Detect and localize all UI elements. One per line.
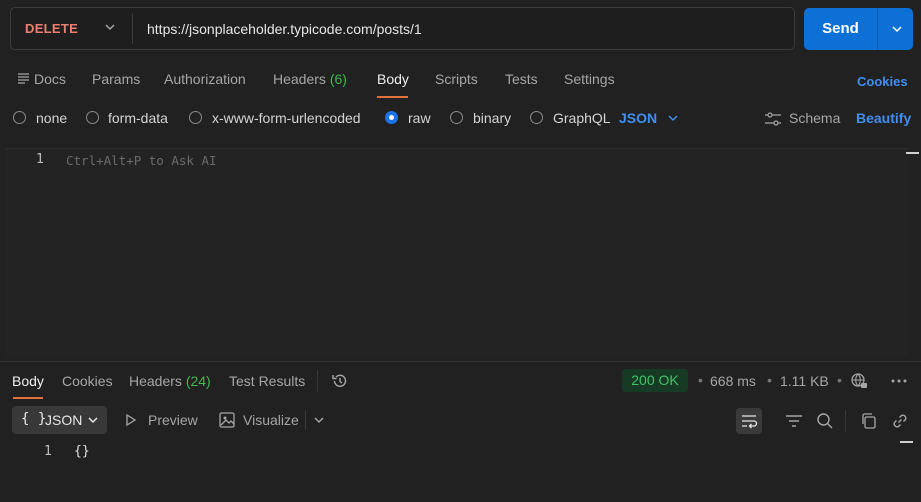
radio-x-www-form-urlencoded[interactable] bbox=[189, 111, 202, 124]
wrap-lines-icon bbox=[740, 412, 758, 430]
divider bbox=[845, 410, 846, 432]
tab-tests[interactable]: Tests bbox=[505, 71, 538, 87]
chevron-down-icon[interactable] bbox=[313, 414, 325, 426]
radio-raw-label[interactable]: raw bbox=[408, 110, 431, 126]
active-response-tab-indicator bbox=[13, 397, 43, 399]
search-icon[interactable] bbox=[815, 411, 835, 431]
response-tab-body[interactable]: Body bbox=[12, 373, 44, 389]
more-options-icon[interactable] bbox=[890, 376, 908, 386]
active-tab-indicator bbox=[377, 96, 408, 98]
chevron-down-icon[interactable] bbox=[667, 112, 679, 124]
history-icon[interactable] bbox=[331, 372, 349, 390]
url-input[interactable]: https://jsonplaceholder.typicode.com/pos… bbox=[147, 21, 422, 37]
separator-dot: • bbox=[837, 372, 842, 388]
word-wrap-button[interactable] bbox=[736, 408, 762, 434]
tab-headers-label: Headers bbox=[273, 71, 326, 87]
method-select[interactable]: DELETE bbox=[25, 21, 78, 36]
radio-graphql-label[interactable]: GraphQL bbox=[553, 110, 611, 126]
tab-headers-count: (6) bbox=[329, 71, 347, 87]
image-icon[interactable] bbox=[218, 411, 236, 429]
response-size[interactable]: 1.11 KB bbox=[780, 373, 829, 389]
link-icon[interactable] bbox=[890, 411, 910, 431]
radio-none-label[interactable]: none bbox=[36, 110, 67, 126]
response-body-content[interactable]: {} bbox=[74, 444, 90, 459]
filter-icon[interactable] bbox=[784, 411, 804, 431]
docs-icon bbox=[17, 72, 30, 85]
response-tab-test-results[interactable]: Test Results bbox=[229, 373, 305, 389]
separator-dot: • bbox=[698, 372, 703, 388]
tab-authorization[interactable]: Authorization bbox=[164, 71, 246, 87]
pane-divider[interactable] bbox=[0, 361, 921, 362]
send-options-chevron-icon[interactable] bbox=[890, 22, 904, 36]
separator-dot: • bbox=[767, 372, 772, 388]
radio-x-www-form-urlencoded-label[interactable]: x-www-form-urlencoded bbox=[212, 110, 361, 126]
sliders-icon[interactable] bbox=[764, 111, 782, 127]
response-tab-headers-count: (24) bbox=[185, 373, 211, 389]
response-line-number: 1 bbox=[44, 444, 52, 459]
url-bar: DELETE https://jsonplaceholder.typicode.… bbox=[10, 7, 795, 50]
status-badge[interactable]: 200 OK bbox=[622, 369, 688, 392]
tab-headers[interactable]: Headers (6) bbox=[273, 71, 347, 87]
tab-body[interactable]: Body bbox=[377, 71, 409, 87]
braces-icon: { } bbox=[21, 411, 47, 427]
body-format-select[interactable]: JSON bbox=[619, 110, 657, 126]
url-divider bbox=[132, 14, 133, 44]
send-button-label[interactable]: Send bbox=[804, 8, 877, 50]
chevron-down-icon bbox=[87, 414, 99, 426]
radio-graphql[interactable] bbox=[530, 111, 543, 124]
response-format-select[interactable]: { } JSON bbox=[12, 406, 107, 434]
preview-button[interactable]: Preview bbox=[148, 412, 198, 428]
response-tab-cookies[interactable]: Cookies bbox=[62, 373, 113, 389]
beautify-button[interactable]: Beautify bbox=[856, 110, 911, 126]
request-body-editor[interactable] bbox=[5, 148, 908, 357]
divider bbox=[305, 410, 306, 430]
tab-scripts[interactable]: Scripts bbox=[435, 71, 478, 87]
radio-form-data[interactable] bbox=[86, 111, 99, 124]
schema-button[interactable]: Schema bbox=[789, 110, 840, 126]
response-format-label: JSON bbox=[45, 412, 83, 428]
play-icon[interactable] bbox=[125, 413, 137, 427]
scrollbar[interactable] bbox=[906, 152, 919, 154]
line-number: 1 bbox=[36, 152, 44, 167]
scrollbar[interactable] bbox=[900, 441, 913, 443]
response-tab-headers[interactable]: Headers (24) bbox=[129, 373, 211, 389]
tab-settings[interactable]: Settings bbox=[564, 71, 615, 87]
send-divider bbox=[877, 8, 878, 50]
tab-docs[interactable]: Docs bbox=[34, 71, 66, 87]
radio-form-data-label[interactable]: form-data bbox=[108, 110, 168, 126]
cookies-link[interactable]: Cookies bbox=[857, 74, 908, 89]
send-button[interactable]: Send bbox=[804, 8, 913, 50]
visualize-button[interactable]: Visualize bbox=[243, 412, 299, 428]
divider bbox=[317, 370, 318, 392]
response-time[interactable]: 668 ms bbox=[710, 373, 756, 389]
copy-icon[interactable] bbox=[859, 411, 879, 431]
radio-raw[interactable] bbox=[385, 111, 398, 124]
response-tab-headers-label: Headers bbox=[129, 373, 182, 389]
editor-placeholder: Ctrl+Alt+P to Ask AI bbox=[66, 153, 217, 168]
tab-params[interactable]: Params bbox=[92, 71, 140, 87]
chevron-down-icon[interactable] bbox=[103, 20, 117, 34]
radio-binary[interactable] bbox=[450, 111, 463, 124]
network-globe-icon[interactable] bbox=[850, 372, 868, 390]
radio-none[interactable] bbox=[13, 111, 26, 124]
radio-binary-label[interactable]: binary bbox=[473, 110, 511, 126]
